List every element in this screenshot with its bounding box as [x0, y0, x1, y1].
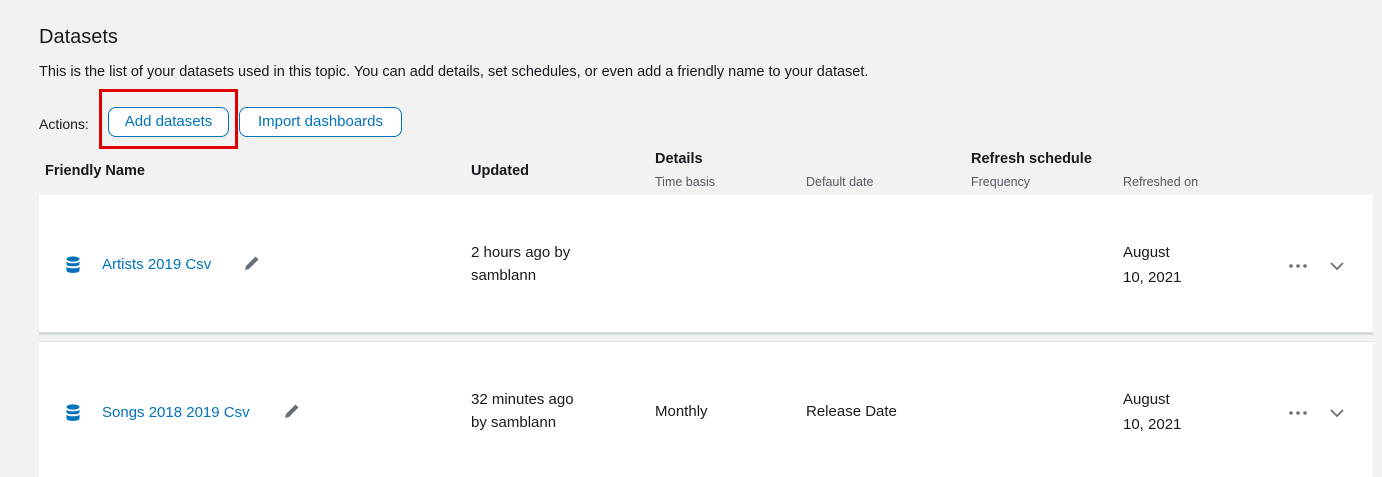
chevron-down-icon[interactable]: [1329, 261, 1345, 271]
dataset-name-link[interactable]: Artists 2019 Csv: [102, 254, 211, 276]
table-row: Artists 2019 Csv 2 hours ago by samblann…: [39, 195, 1373, 335]
header-details: Details: [655, 151, 703, 167]
section-description: This is the list of your datasets used i…: [39, 64, 869, 80]
pencil-icon[interactable]: [243, 254, 261, 272]
more-options-icon[interactable]: [1288, 263, 1308, 269]
header-updated[interactable]: Updated: [471, 163, 529, 179]
refreshed-line1: August: [1123, 244, 1170, 261]
header-frequency[interactable]: Frequency: [971, 175, 1030, 189]
header-refresh-schedule: Refresh schedule: [971, 151, 1092, 167]
refreshed-line2: 10, 2021: [1123, 269, 1182, 286]
refreshed-line2: 10, 2021: [1123, 416, 1182, 433]
updated-line2: by samblann: [471, 414, 557, 431]
dataset-name-link[interactable]: Songs 2018 2019 Csv: [102, 402, 250, 424]
highlight-box: [99, 89, 238, 149]
header-default-date[interactable]: Default date: [806, 175, 873, 189]
header-refreshed-on[interactable]: Refreshed on: [1123, 175, 1198, 189]
time-basis-value: Monthly: [655, 403, 708, 420]
header-time-basis[interactable]: Time basis: [655, 175, 715, 189]
table-row: Songs 2018 2019 Csv 32 minutes ago by sa…: [39, 341, 1373, 477]
database-icon: [66, 256, 80, 273]
updated-line2: samblann: [471, 267, 537, 284]
pencil-icon[interactable]: [283, 402, 301, 420]
section-title: Datasets: [39, 26, 118, 48]
chevron-down-icon[interactable]: [1329, 408, 1345, 418]
header-friendly-name[interactable]: Friendly Name: [45, 163, 145, 179]
updated-line1: 32 minutes ago: [471, 391, 574, 408]
updated-line1: 2 hours ago by: [471, 244, 571, 261]
more-options-icon[interactable]: [1288, 410, 1308, 416]
refreshed-line1: August: [1123, 391, 1170, 408]
default-date-value: Release Date: [806, 403, 897, 420]
database-icon: [66, 404, 80, 421]
actions-label: Actions:: [39, 116, 89, 132]
import-dashboards-button[interactable]: Import dashboards: [239, 107, 402, 137]
